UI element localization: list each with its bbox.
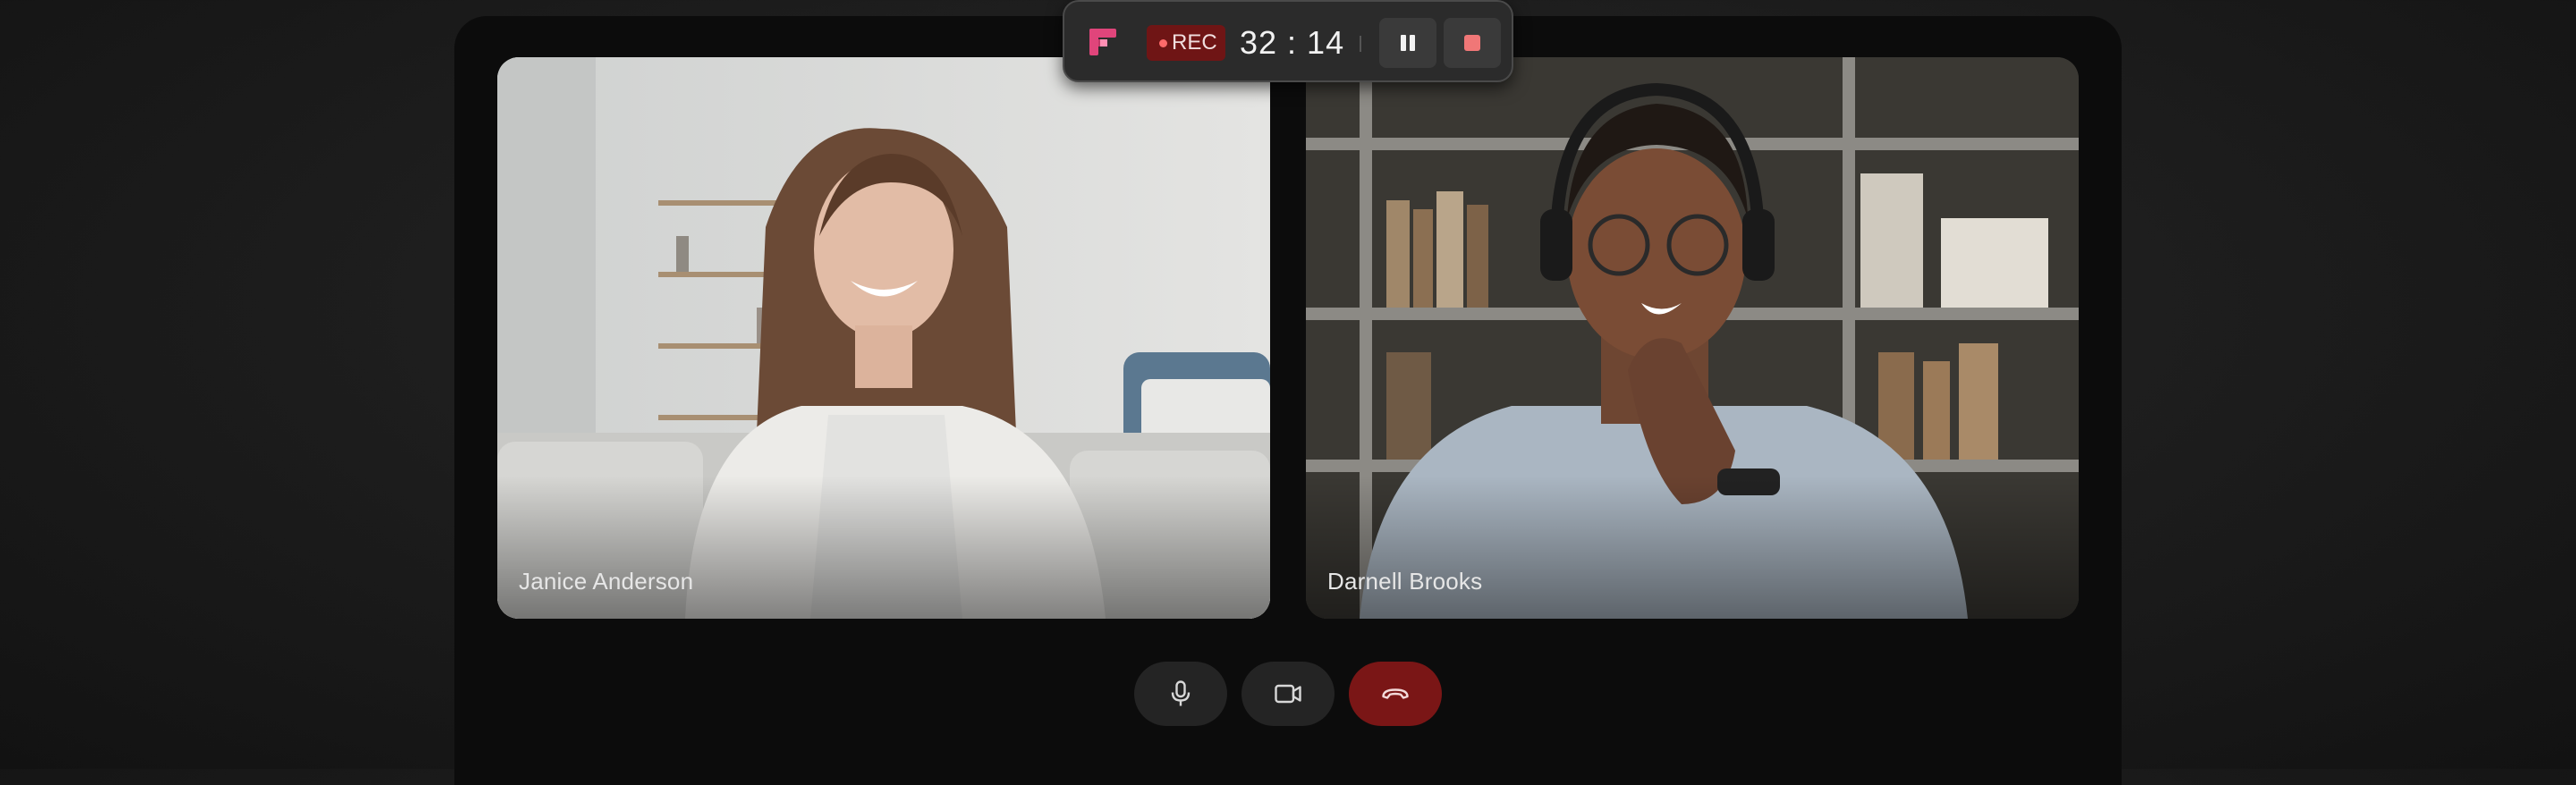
phone-hangup-icon (1382, 688, 1409, 699)
call-controls-bar (454, 662, 2122, 726)
end-call-button[interactable] (1349, 662, 1442, 726)
pause-recording-button[interactable] (1379, 18, 1436, 68)
participant-tile-janice[interactable]: Janice Anderson (497, 57, 1270, 619)
name-label-gradient (1306, 476, 2079, 619)
recording-toolbar: REC 32 : 14 (1063, 0, 1513, 82)
pause-icon (1410, 35, 1415, 51)
video-call-window: Janice Anderson Darnell Brooks (454, 16, 2122, 785)
recording-dot-icon (1159, 39, 1167, 47)
participant-tile-darnell[interactable]: Darnell Brooks (1306, 57, 2079, 619)
toolbar-divider (1360, 36, 1361, 52)
microphone-icon (1171, 680, 1191, 706)
camera-button[interactable] (1241, 662, 1335, 726)
pause-icon (1401, 35, 1406, 51)
participant-name-label: Janice Anderson (519, 568, 694, 595)
recording-badge-label: REC (1172, 30, 1217, 55)
name-label-gradient (497, 476, 1270, 619)
stop-recording-button[interactable] (1444, 18, 1501, 68)
recording-status-badge: REC (1147, 25, 1225, 61)
recording-timer: 32 : 14 (1240, 24, 1345, 61)
participant-name-label: Darnell Brooks (1327, 568, 1483, 595)
stop-icon (1464, 35, 1480, 51)
microphone-button[interactable] (1134, 662, 1227, 726)
app-logo-icon (1089, 29, 1116, 55)
camera-icon (1275, 684, 1301, 704)
